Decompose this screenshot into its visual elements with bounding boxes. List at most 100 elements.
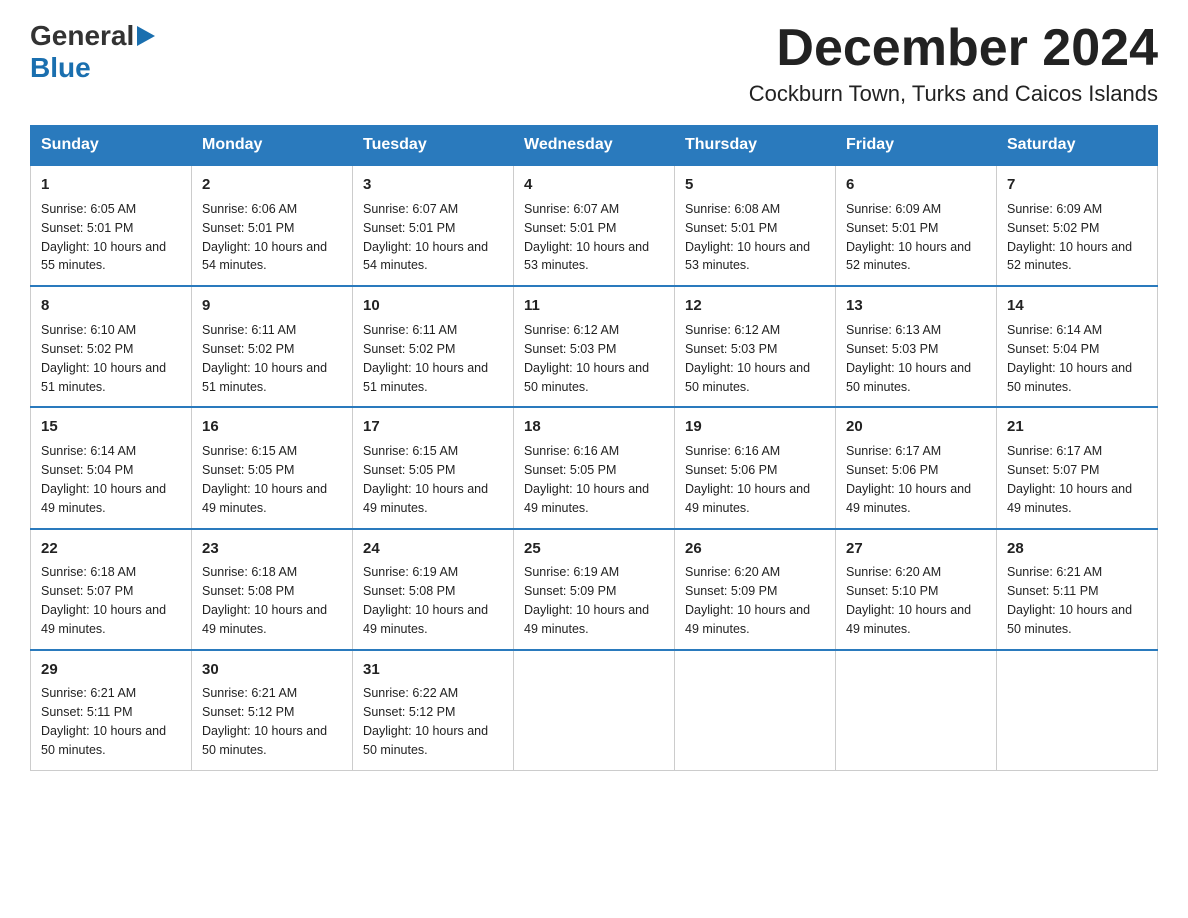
day-info: Sunrise: 6:21 AMSunset: 5:12 PMDaylight:…: [202, 686, 327, 757]
day-info: Sunrise: 6:16 AMSunset: 5:06 PMDaylight:…: [685, 444, 810, 515]
day-number: 16: [202, 416, 342, 438]
col-wednesday: Wednesday: [514, 126, 675, 166]
calendar-day-cell: 7 Sunrise: 6:09 AMSunset: 5:02 PMDayligh…: [997, 165, 1158, 286]
day-info: Sunrise: 6:18 AMSunset: 5:08 PMDaylight:…: [202, 565, 327, 636]
calendar-day-cell: 20 Sunrise: 6:17 AMSunset: 5:06 PMDaylig…: [836, 407, 997, 528]
calendar-day-cell: [514, 650, 675, 771]
col-thursday: Thursday: [675, 126, 836, 166]
day-info: Sunrise: 6:17 AMSunset: 5:07 PMDaylight:…: [1007, 444, 1132, 515]
day-number: 28: [1007, 538, 1147, 560]
day-info: Sunrise: 6:20 AMSunset: 5:10 PMDaylight:…: [846, 565, 971, 636]
day-info: Sunrise: 6:21 AMSunset: 5:11 PMDaylight:…: [1007, 565, 1132, 636]
day-info: Sunrise: 6:06 AMSunset: 5:01 PMDaylight:…: [202, 202, 327, 273]
day-number: 19: [685, 416, 825, 438]
col-saturday: Saturday: [997, 126, 1158, 166]
calendar-day-cell: 28 Sunrise: 6:21 AMSunset: 5:11 PMDaylig…: [997, 529, 1158, 650]
calendar-day-cell: 16 Sunrise: 6:15 AMSunset: 5:05 PMDaylig…: [192, 407, 353, 528]
day-info: Sunrise: 6:17 AMSunset: 5:06 PMDaylight:…: [846, 444, 971, 515]
calendar-day-cell: 23 Sunrise: 6:18 AMSunset: 5:08 PMDaylig…: [192, 529, 353, 650]
calendar-week-row: 22 Sunrise: 6:18 AMSunset: 5:07 PMDaylig…: [31, 529, 1158, 650]
calendar-table: Sunday Monday Tuesday Wednesday Thursday…: [30, 125, 1158, 771]
day-number: 5: [685, 174, 825, 196]
day-number: 15: [41, 416, 181, 438]
day-number: 1: [41, 174, 181, 196]
day-info: Sunrise: 6:21 AMSunset: 5:11 PMDaylight:…: [41, 686, 166, 757]
day-number: 3: [363, 174, 503, 196]
calendar-header-row: Sunday Monday Tuesday Wednesday Thursday…: [31, 126, 1158, 166]
day-number: 24: [363, 538, 503, 560]
calendar-day-cell: 21 Sunrise: 6:17 AMSunset: 5:07 PMDaylig…: [997, 407, 1158, 528]
day-info: Sunrise: 6:11 AMSunset: 5:02 PMDaylight:…: [363, 323, 488, 394]
day-info: Sunrise: 6:11 AMSunset: 5:02 PMDaylight:…: [202, 323, 327, 394]
day-info: Sunrise: 6:09 AMSunset: 5:02 PMDaylight:…: [1007, 202, 1132, 273]
day-number: 10: [363, 295, 503, 317]
calendar-day-cell: 27 Sunrise: 6:20 AMSunset: 5:10 PMDaylig…: [836, 529, 997, 650]
day-info: Sunrise: 6:15 AMSunset: 5:05 PMDaylight:…: [363, 444, 488, 515]
day-info: Sunrise: 6:14 AMSunset: 5:04 PMDaylight:…: [41, 444, 166, 515]
day-info: Sunrise: 6:18 AMSunset: 5:07 PMDaylight:…: [41, 565, 166, 636]
calendar-day-cell: 12 Sunrise: 6:12 AMSunset: 5:03 PMDaylig…: [675, 286, 836, 407]
page-subtitle: Cockburn Town, Turks and Caicos Islands: [749, 81, 1158, 107]
logo: General Blue: [30, 20, 155, 84]
calendar-day-cell: 30 Sunrise: 6:21 AMSunset: 5:12 PMDaylig…: [192, 650, 353, 771]
day-number: 9: [202, 295, 342, 317]
day-info: Sunrise: 6:16 AMSunset: 5:05 PMDaylight:…: [524, 444, 649, 515]
day-info: Sunrise: 6:19 AMSunset: 5:08 PMDaylight:…: [363, 565, 488, 636]
day-info: Sunrise: 6:22 AMSunset: 5:12 PMDaylight:…: [363, 686, 488, 757]
day-info: Sunrise: 6:14 AMSunset: 5:04 PMDaylight:…: [1007, 323, 1132, 394]
calendar-day-cell: 6 Sunrise: 6:09 AMSunset: 5:01 PMDayligh…: [836, 165, 997, 286]
calendar-day-cell: 26 Sunrise: 6:20 AMSunset: 5:09 PMDaylig…: [675, 529, 836, 650]
calendar-day-cell: 24 Sunrise: 6:19 AMSunset: 5:08 PMDaylig…: [353, 529, 514, 650]
day-number: 31: [363, 659, 503, 681]
calendar-day-cell: 9 Sunrise: 6:11 AMSunset: 5:02 PMDayligh…: [192, 286, 353, 407]
day-info: Sunrise: 6:12 AMSunset: 5:03 PMDaylight:…: [524, 323, 649, 394]
day-number: 27: [846, 538, 986, 560]
calendar-day-cell: [836, 650, 997, 771]
day-number: 6: [846, 174, 986, 196]
calendar-week-row: 1 Sunrise: 6:05 AMSunset: 5:01 PMDayligh…: [31, 165, 1158, 286]
day-number: 21: [1007, 416, 1147, 438]
calendar-day-cell: 3 Sunrise: 6:07 AMSunset: 5:01 PMDayligh…: [353, 165, 514, 286]
logo-general-text: General: [30, 20, 134, 52]
calendar-day-cell: 31 Sunrise: 6:22 AMSunset: 5:12 PMDaylig…: [353, 650, 514, 771]
day-number: 4: [524, 174, 664, 196]
day-info: Sunrise: 6:15 AMSunset: 5:05 PMDaylight:…: [202, 444, 327, 515]
day-info: Sunrise: 6:05 AMSunset: 5:01 PMDaylight:…: [41, 202, 166, 273]
calendar-day-cell: 13 Sunrise: 6:13 AMSunset: 5:03 PMDaylig…: [836, 286, 997, 407]
day-info: Sunrise: 6:08 AMSunset: 5:01 PMDaylight:…: [685, 202, 810, 273]
page-title: December 2024: [749, 20, 1158, 77]
day-number: 14: [1007, 295, 1147, 317]
day-number: 30: [202, 659, 342, 681]
day-number: 22: [41, 538, 181, 560]
day-number: 8: [41, 295, 181, 317]
day-info: Sunrise: 6:07 AMSunset: 5:01 PMDaylight:…: [363, 202, 488, 273]
calendar-day-cell: 18 Sunrise: 6:16 AMSunset: 5:05 PMDaylig…: [514, 407, 675, 528]
day-number: 11: [524, 295, 664, 317]
calendar-day-cell: 14 Sunrise: 6:14 AMSunset: 5:04 PMDaylig…: [997, 286, 1158, 407]
day-number: 20: [846, 416, 986, 438]
calendar-day-cell: 8 Sunrise: 6:10 AMSunset: 5:02 PMDayligh…: [31, 286, 192, 407]
day-number: 13: [846, 295, 986, 317]
calendar-day-cell: 29 Sunrise: 6:21 AMSunset: 5:11 PMDaylig…: [31, 650, 192, 771]
day-number: 25: [524, 538, 664, 560]
calendar-day-cell: 10 Sunrise: 6:11 AMSunset: 5:02 PMDaylig…: [353, 286, 514, 407]
calendar-day-cell: 1 Sunrise: 6:05 AMSunset: 5:01 PMDayligh…: [31, 165, 192, 286]
calendar-day-cell: 15 Sunrise: 6:14 AMSunset: 5:04 PMDaylig…: [31, 407, 192, 528]
day-number: 29: [41, 659, 181, 681]
calendar-week-row: 8 Sunrise: 6:10 AMSunset: 5:02 PMDayligh…: [31, 286, 1158, 407]
logo-arrow-icon: [137, 26, 155, 51]
col-friday: Friday: [836, 126, 997, 166]
day-number: 23: [202, 538, 342, 560]
col-sunday: Sunday: [31, 126, 192, 166]
calendar-week-row: 29 Sunrise: 6:21 AMSunset: 5:11 PMDaylig…: [31, 650, 1158, 771]
calendar-week-row: 15 Sunrise: 6:14 AMSunset: 5:04 PMDaylig…: [31, 407, 1158, 528]
day-info: Sunrise: 6:20 AMSunset: 5:09 PMDaylight:…: [685, 565, 810, 636]
calendar-day-cell: 5 Sunrise: 6:08 AMSunset: 5:01 PMDayligh…: [675, 165, 836, 286]
day-info: Sunrise: 6:12 AMSunset: 5:03 PMDaylight:…: [685, 323, 810, 394]
day-info: Sunrise: 6:09 AMSunset: 5:01 PMDaylight:…: [846, 202, 971, 273]
day-number: 2: [202, 174, 342, 196]
calendar-day-cell: 2 Sunrise: 6:06 AMSunset: 5:01 PMDayligh…: [192, 165, 353, 286]
day-info: Sunrise: 6:13 AMSunset: 5:03 PMDaylight:…: [846, 323, 971, 394]
title-area: December 2024 Cockburn Town, Turks and C…: [749, 20, 1158, 107]
day-number: 26: [685, 538, 825, 560]
